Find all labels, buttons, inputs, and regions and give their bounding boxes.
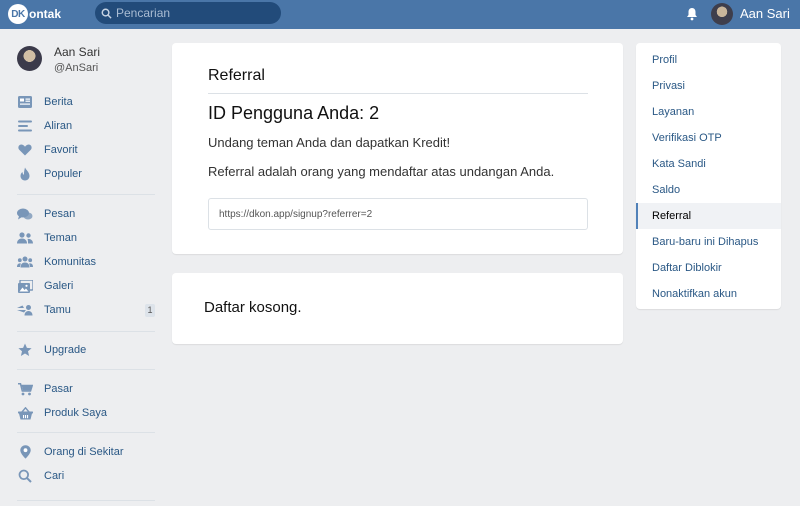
sidebar-item-upgrade[interactable]: Upgrade (17, 340, 157, 360)
star-icon (17, 342, 33, 358)
profile-handle: @AnSari (54, 62, 99, 74)
settings-item-daftar-diblokir[interactable]: Daftar Diblokir (636, 255, 781, 281)
heart-icon (17, 142, 33, 158)
referral-description: Referral adalah orang yang mendaftar ata… (208, 164, 555, 179)
sidebar-item-label: Tamu (44, 304, 71, 316)
sidebar-divider (17, 432, 155, 433)
friends-icon (17, 230, 33, 246)
settings-item-baru-baru-ini-dihapus[interactable]: Baru-baru ini Dihapus (636, 229, 781, 255)
logo-text: ontak (29, 7, 62, 21)
user-id-heading: ID Pengguna Anda: 2 (208, 103, 380, 123)
list-icon (17, 118, 33, 134)
settings-item-privasi[interactable]: Privasi (636, 73, 781, 99)
location-pin-icon (17, 444, 33, 460)
sidebar-item-label: Pasar (44, 383, 73, 395)
top-bar: DK ontak Aan Sari (0, 0, 800, 29)
sidebar-item-label: Upgrade (44, 344, 87, 356)
settings-item-kata-sandi[interactable]: Kata Sandi (636, 151, 781, 177)
logo[interactable]: DK ontak (8, 4, 61, 24)
settings-item-layanan[interactable]: Layanan (636, 99, 781, 125)
search-icon (17, 468, 33, 484)
settings-menu: Profil Privasi Layanan Verifikasi OTP Ka… (636, 43, 781, 309)
bell-icon[interactable] (686, 7, 698, 21)
settings-item-referral[interactable]: Referral (636, 203, 781, 229)
fire-icon (17, 166, 33, 182)
sidebar-item-orang-di-sekitar[interactable]: Orang di Sekitar (17, 442, 157, 462)
sidebar-item-label: Favorit (44, 144, 78, 156)
referral-card: Referral ID Pengguna Anda: 2 Undang tema… (172, 43, 623, 254)
settings-item-verifikasi-otp[interactable]: Verifikasi OTP (636, 125, 781, 151)
sidebar-item-komunitas[interactable]: Komunitas (17, 252, 157, 272)
sidebar-item-tamu[interactable]: Tamu 1 (17, 300, 157, 320)
basket-icon (17, 405, 33, 421)
settings-item-nonaktifkan-akun[interactable]: Nonaktifkan akun (636, 281, 781, 307)
page-title: Referral (208, 67, 265, 84)
settings-item-saldo[interactable]: Saldo (636, 177, 781, 203)
chat-icon (17, 206, 33, 222)
sidebar-item-berita[interactable]: Berita (17, 92, 157, 112)
referral-link-field[interactable] (208, 198, 588, 230)
sidebar-item-aliran[interactable]: Aliran (17, 116, 157, 136)
search-icon (101, 8, 112, 19)
community-icon (17, 254, 33, 270)
top-username[interactable]: Aan Sari (740, 6, 790, 21)
sidebar-item-label: Komunitas (44, 256, 96, 268)
sidebar-item-label: Berita (44, 96, 73, 108)
news-icon (17, 94, 33, 110)
invite-text: Undang teman Anda dan dapatkan Kredit! (208, 135, 451, 150)
sidebar-item-favorit[interactable]: Favorit (17, 140, 157, 160)
sidebar-item-cari[interactable]: Cari (17, 466, 157, 486)
logo-badge: DK (8, 4, 28, 24)
sidebar-item-pesan[interactable]: Pesan (17, 204, 157, 224)
profile-name[interactable]: Aan Sari (54, 45, 100, 59)
referral-list-card: Daftar kosong. (172, 273, 623, 344)
sidebar-item-label: Galeri (44, 280, 74, 292)
sidebar-item-label: Pesan (44, 208, 76, 220)
sidebar-item-label: Aliran (44, 120, 73, 132)
cart-icon (17, 381, 33, 397)
gallery-icon (17, 278, 33, 294)
sidebar-divider (17, 500, 155, 501)
settings-item-profil[interactable]: Profil (636, 47, 781, 73)
empty-list-message: Daftar kosong. (204, 299, 302, 316)
sidebar-item-produk-saya[interactable]: Produk Saya (17, 403, 157, 423)
sidebar-item-label: Teman (44, 232, 78, 244)
sidebar-item-label: Orang di Sekitar (44, 446, 124, 458)
sidebar-item-teman[interactable]: Teman (17, 228, 157, 248)
sidebar-item-pasar[interactable]: Pasar (17, 379, 157, 399)
sidebar-item-label: Populer (44, 168, 82, 180)
title-divider (208, 93, 588, 94)
sidebar-divider (17, 331, 155, 332)
profile-block[interactable]: Aan Sari @AnSari (17, 45, 100, 74)
guest-count-badge: 1 (145, 304, 155, 317)
sidebar-item-galeri[interactable]: Galeri (17, 276, 157, 296)
left-sidebar: Aan Sari @AnSari Berita Aliran Favorit P… (0, 29, 165, 506)
guest-icon (17, 302, 33, 318)
sidebar-item-label: Produk Saya (44, 407, 107, 419)
sidebar-item-populer[interactable]: Populer (17, 164, 157, 184)
sidebar-divider (17, 194, 155, 195)
search-box[interactable] (95, 2, 281, 24)
sidebar-item-label: Cari (44, 470, 65, 482)
sidebar-divider (17, 369, 155, 370)
user-avatar[interactable] (711, 3, 733, 25)
search-input[interactable] (116, 6, 276, 20)
profile-avatar[interactable] (17, 46, 42, 71)
